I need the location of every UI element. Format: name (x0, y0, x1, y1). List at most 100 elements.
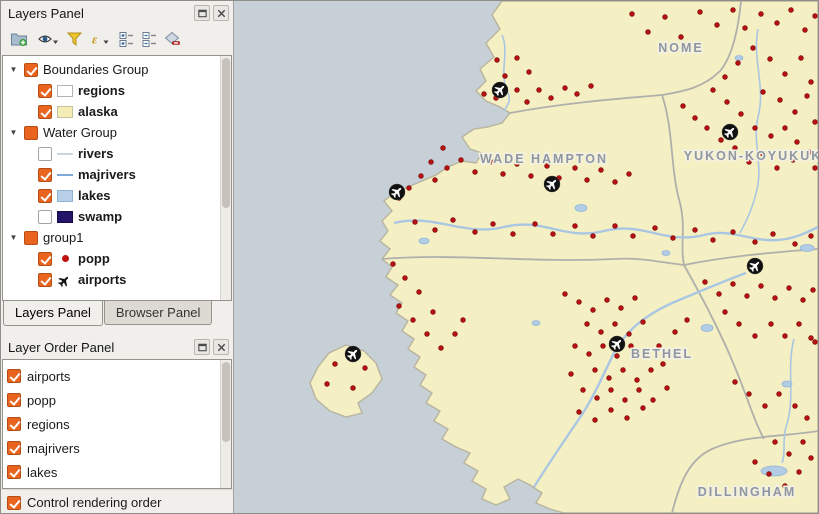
layer-group-item[interactable]: ▼ Water Group (5, 122, 231, 143)
popp-dot (495, 58, 500, 63)
layer-checkbox[interactable] (24, 231, 38, 245)
map-themes-icon[interactable] (35, 27, 61, 51)
layer-checkbox[interactable] (38, 168, 52, 182)
layer-group-item[interactable]: ▼group1 (5, 227, 231, 248)
tab-layers-panel[interactable]: Layers Panel (3, 301, 103, 326)
region-label: DILLINGHAM (698, 485, 796, 499)
layer-item[interactable]: swamp (5, 206, 231, 227)
popp-dot (723, 75, 728, 80)
filter-legend-icon[interactable] (64, 27, 84, 51)
layer-item[interactable]: popp (5, 248, 231, 269)
popp-dot (451, 218, 456, 223)
popp-dot (363, 366, 368, 371)
layer-checkbox[interactable] (7, 441, 21, 455)
layer-order-item[interactable]: airports (7, 364, 231, 388)
popp-dot (703, 280, 708, 285)
popp-dot (607, 376, 612, 381)
layer-checkbox[interactable] (7, 369, 21, 383)
popp-dot (569, 372, 574, 377)
left-dock: Layers Panel ε (1, 1, 234, 513)
popp-dot (769, 134, 774, 139)
tree-scrollbar[interactable] (220, 56, 231, 300)
layer-checkbox[interactable] (38, 189, 52, 203)
popp-dot (801, 440, 806, 445)
popp-dot (777, 392, 782, 397)
popp-dot (623, 398, 628, 403)
expander-icon[interactable]: ▼ (8, 128, 19, 137)
popp-dot (789, 8, 794, 13)
expand-all-icon[interactable] (116, 27, 136, 51)
layer-symbol (57, 253, 73, 265)
close-panel-icon[interactable] (213, 339, 229, 355)
popp-dot (651, 398, 656, 403)
expander-icon[interactable]: ▼ (8, 65, 19, 74)
layer-item[interactable]: airports (5, 269, 231, 290)
popp-dot (737, 322, 742, 327)
close-panel-icon[interactable] (213, 5, 229, 21)
popp-dot (711, 238, 716, 243)
layer-order-label: airports (27, 369, 70, 384)
popp-dot (813, 120, 818, 125)
popp-dot (577, 410, 582, 415)
popp-dot (563, 292, 568, 297)
layer-order-item[interactable]: popp (7, 388, 231, 412)
tab-browser-panel[interactable]: Browser Panel (104, 301, 213, 325)
popp-dot (751, 46, 756, 51)
remove-layer-icon[interactable] (162, 27, 182, 51)
airport-marker (345, 346, 361, 362)
layer-symbol (57, 85, 73, 97)
expander-icon[interactable]: ▼ (8, 233, 19, 242)
popp-dot (759, 284, 764, 289)
airport-marker (492, 82, 508, 98)
popp-dot (419, 174, 424, 179)
layer-item[interactable]: lakes (5, 185, 231, 206)
group-label: Water Group (43, 125, 117, 140)
popp-dot (775, 166, 780, 171)
popp-dot (631, 234, 636, 239)
popp-dot (793, 242, 798, 247)
layer-checkbox[interactable] (7, 465, 21, 479)
popp-dot (461, 318, 466, 323)
layer-checkbox[interactable] (38, 273, 52, 287)
map-canvas[interactable]: NOMEWADE HAMPTONYUKON-KOYUKUKBETHELDILLI… (234, 1, 818, 513)
order-scrollbar[interactable] (220, 360, 231, 488)
airport-marker (747, 258, 763, 274)
layer-symbol (57, 106, 73, 118)
layer-item[interactable]: regions (5, 80, 231, 101)
add-group-icon[interactable] (6, 27, 32, 51)
layer-item[interactable]: rivers (5, 143, 231, 164)
float-panel-icon[interactable] (194, 5, 210, 21)
popp-dot (653, 226, 658, 231)
popp-dot (797, 322, 802, 327)
popp-dot (413, 220, 418, 225)
layer-checkbox[interactable] (38, 210, 52, 224)
layer-checkbox[interactable] (38, 105, 52, 119)
collapse-all-icon[interactable] (139, 27, 159, 51)
expression-filter-icon[interactable]: ε (87, 27, 113, 51)
layer-item[interactable]: majrivers (5, 164, 231, 185)
svg-text:ε: ε (92, 32, 98, 47)
popp-dot (599, 330, 604, 335)
layer-order-item[interactable]: regions (7, 412, 231, 436)
layer-checkbox[interactable] (38, 147, 52, 161)
layer-group-item[interactable]: ▼Boundaries Group (5, 59, 231, 80)
popp-dot (797, 470, 802, 475)
float-panel-icon[interactable] (194, 339, 210, 355)
popp-dot (753, 240, 758, 245)
popp-dot (671, 236, 676, 241)
popp-dot (511, 232, 516, 237)
layer-order-item[interactable]: lakes (7, 460, 231, 484)
popp-dot (585, 322, 590, 327)
layer-checkbox[interactable] (38, 84, 52, 98)
layer-item[interactable]: alaska (5, 101, 231, 122)
layer-checkbox[interactable] (24, 126, 38, 140)
layer-checkbox[interactable] (38, 252, 52, 266)
layer-checkbox[interactable] (24, 63, 38, 77)
layer-checkbox[interactable] (7, 393, 21, 407)
control-rendering-order: Control rendering order (1, 489, 233, 514)
popp-dot (613, 180, 618, 185)
layer-checkbox[interactable] (7, 417, 21, 431)
popp-dot (663, 15, 668, 20)
control-rendering-order-checkbox[interactable] (7, 496, 21, 510)
layer-order-item[interactable]: majrivers (7, 436, 231, 460)
